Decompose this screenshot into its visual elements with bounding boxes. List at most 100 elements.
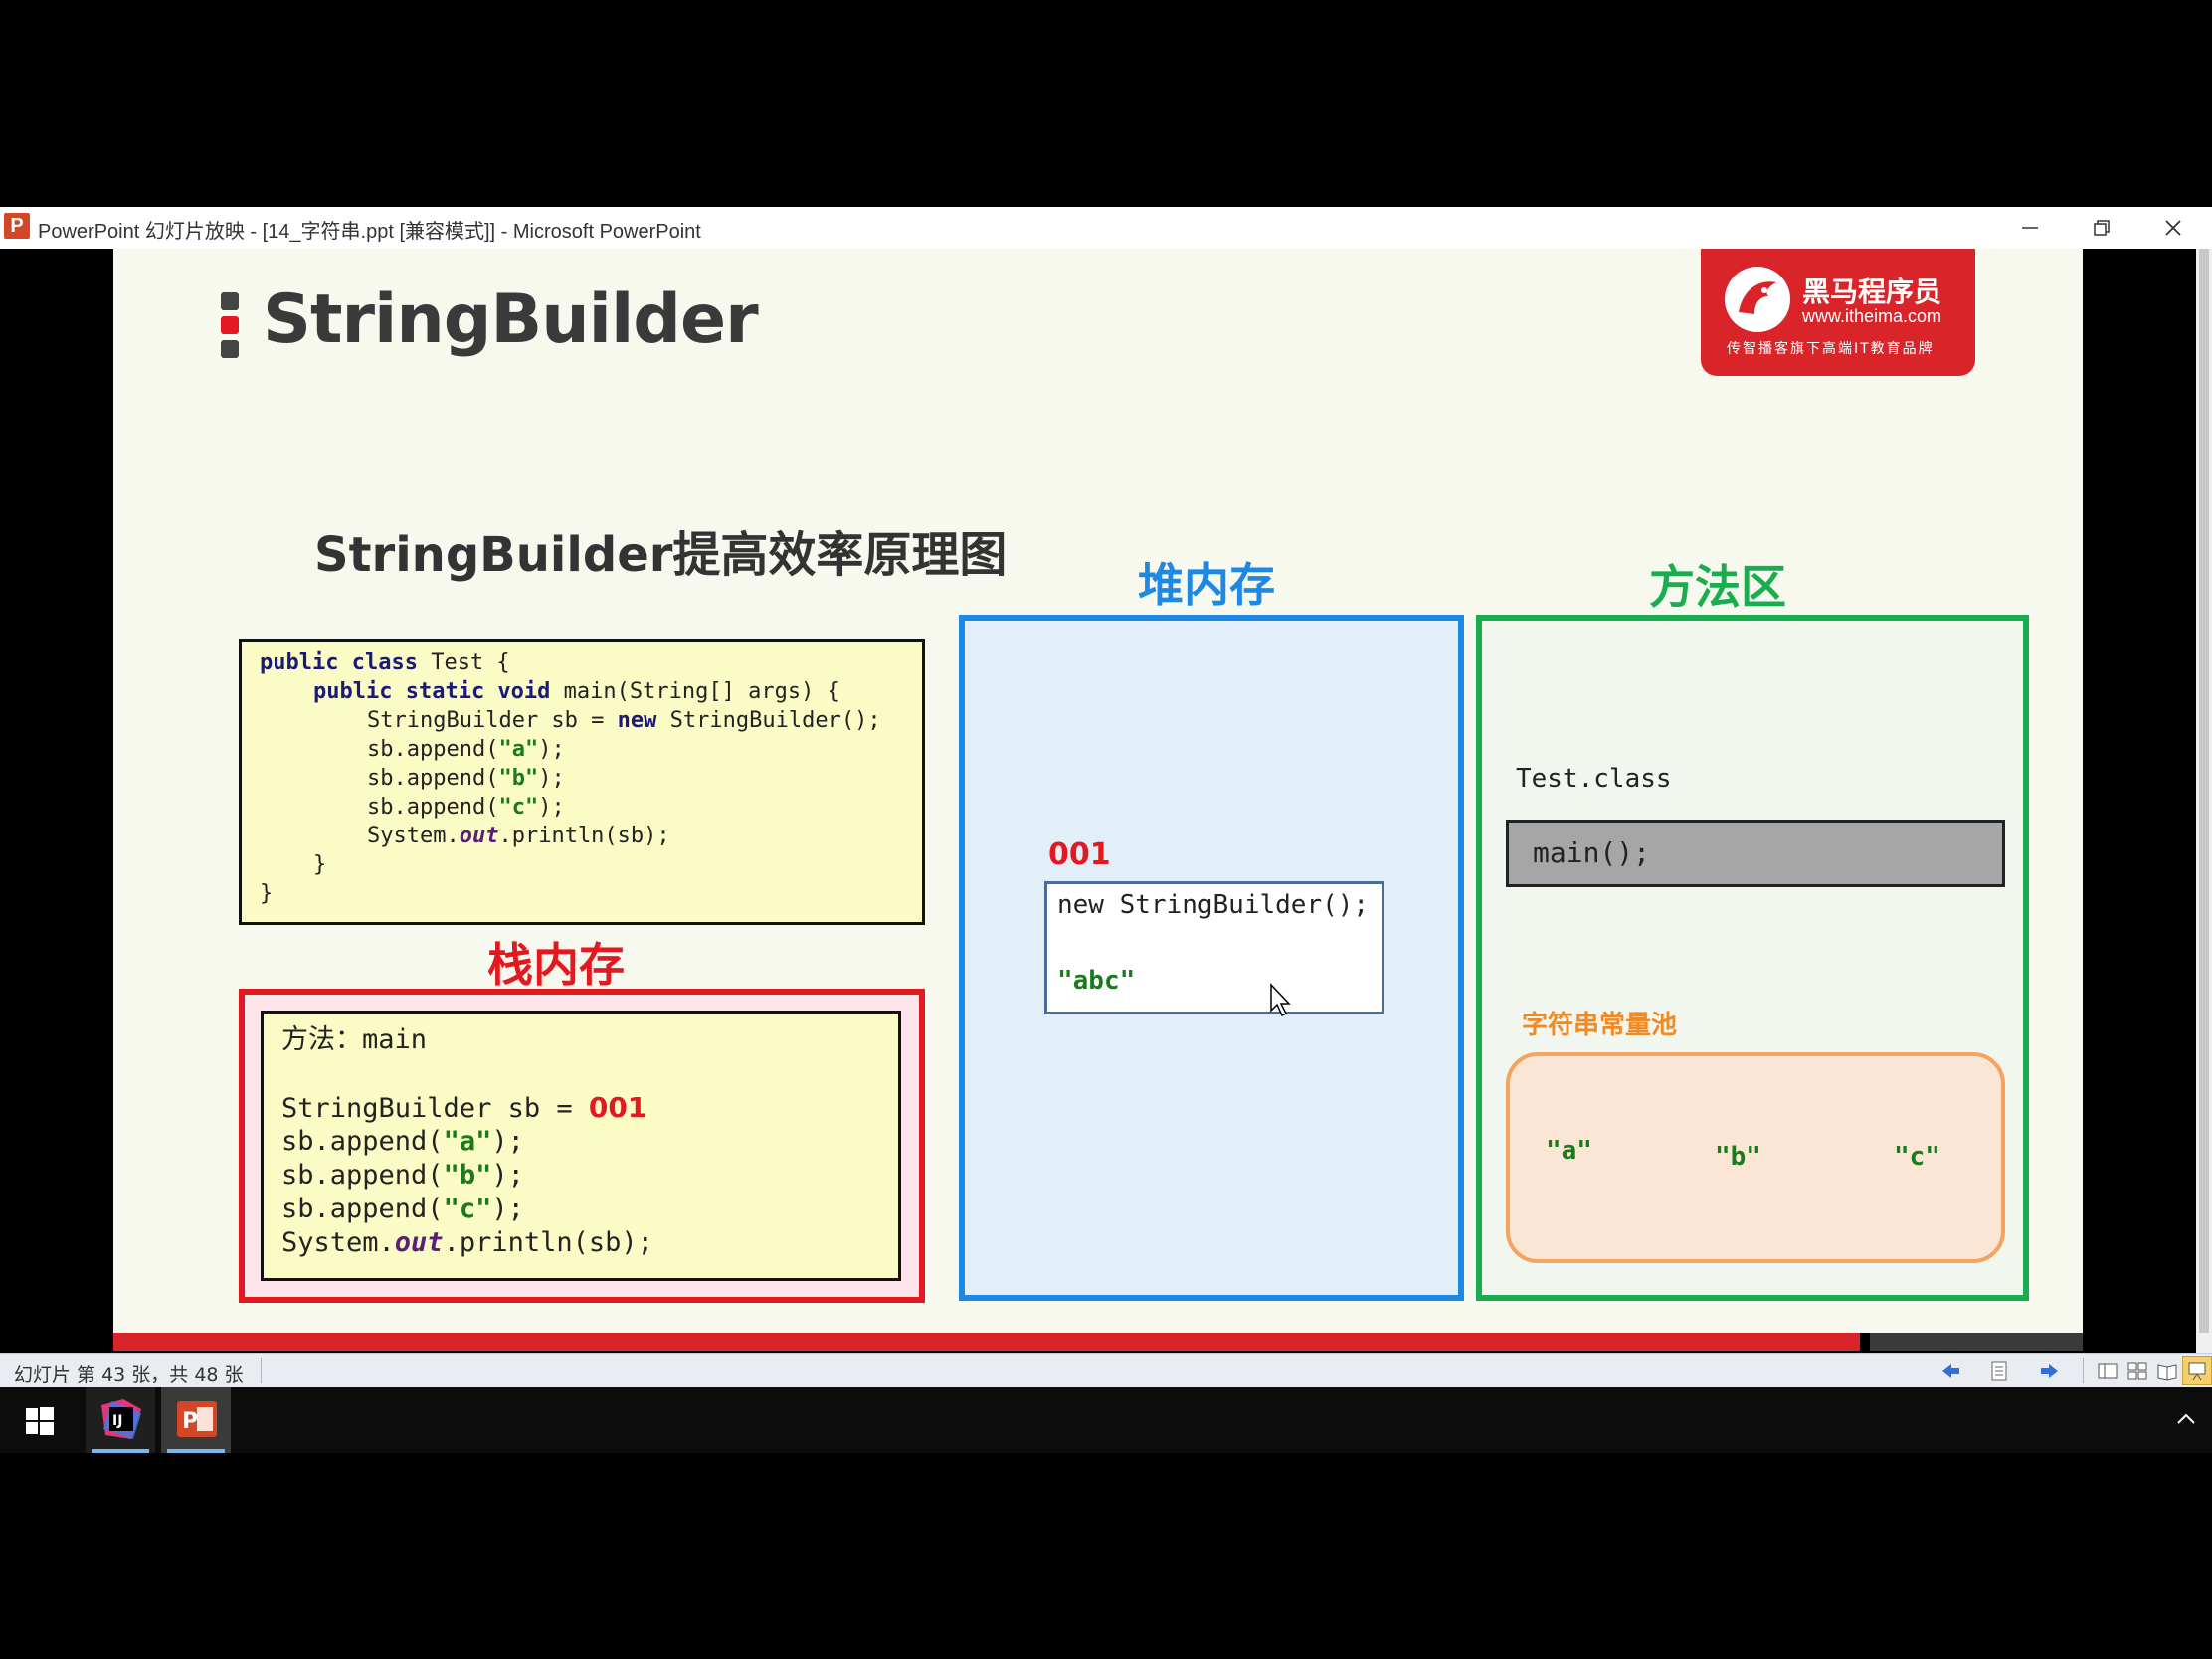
normal-view-icon[interactable] [2097,1360,2119,1382]
scrollbar-thumb[interactable] [2199,249,2209,1333]
heap-object-address: 001 [1048,837,1111,872]
close-button[interactable] [2138,207,2208,249]
mouse-cursor-icon [1270,983,1291,1017]
windows-logo-icon [26,1407,54,1435]
code-line-9: } [260,881,274,906]
code-string: "a" [498,737,539,762]
taskbar-powerpoint[interactable]: P [161,1387,231,1453]
code-line-7: System.out.println(sb); [367,823,670,850]
slide-canvas[interactable]: StringBuilder 黑马程序员 www.itheima.com 传智播客… [113,249,2083,1333]
slide-sorter-view-icon[interactable] [2126,1360,2148,1382]
powerpoint-taskbar-icon: P [177,1401,217,1437]
title-marker-icon [221,292,239,358]
stack-line-append-b: sb.append("b"); [281,1159,524,1193]
previous-slide-icon[interactable] [1939,1360,1961,1382]
code-text: ); [491,1194,524,1224]
class-name-label: Test.class [1516,764,1672,794]
code-text: ); [538,795,565,820]
code-line-3: StringBuilder sb = new StringBuilder(); [367,707,881,735]
code-string: "a" [443,1126,492,1157]
slideshow-margin-right [2083,249,2196,1333]
logo-url: www.itheima.com [1802,306,1942,326]
code-text: StringBuilder sb = [367,708,618,733]
slide-title: StringBuilder [263,280,759,359]
horse-logo-icon [1725,267,1790,332]
code-text: Test { [417,650,510,675]
code-string: "c" [498,795,539,820]
code-text: StringBuilder(); [656,708,881,733]
method-area-label: 方法区 [1649,560,1786,614]
code-text: ); [491,1126,524,1157]
code-string: "c" [443,1194,492,1224]
stack-line-println: System.out.println(sb); [281,1226,653,1260]
code-text: main(String[] args) { [550,679,840,704]
code-text: sb.append( [367,795,499,820]
logo-slogan: 传智播客旗下高端IT教育品牌 [1727,341,1935,357]
code-text: StringBuilder sb = [281,1093,589,1124]
vertical-scrollbar[interactable] [2196,249,2212,1353]
slideshow-view-icon [2188,1362,2206,1381]
reading-view-icon[interactable] [2156,1360,2178,1382]
restore-button[interactable] [2067,207,2136,249]
code-line-6: sb.append("c"); [367,794,565,822]
window-title: PowerPoint 幻灯片放映 - [14_字符串.ppt [兼容模式]] -… [38,221,701,243]
code-keyword: new [617,708,657,733]
stack-memory-label: 栈内存 [487,938,625,992]
slide-footer-dark-bar [1870,1333,2083,1351]
show-hidden-icons-chevron-up-icon[interactable] [2176,1411,2196,1427]
code-text: ); [491,1160,524,1191]
stringbuilder-object: new StringBuilder(); "abc" [1044,881,1384,1014]
code-text: sb.append( [367,766,499,791]
string-constant-pool: "a" "b" "c" [1506,1052,2005,1263]
itheima-logo: 黑马程序员 www.itheima.com 传智播客旗下高端IT教育品牌 [1701,249,1975,376]
logo-brand-name: 黑马程序员 [1802,276,1942,308]
slideshow-margin-left [0,249,113,1333]
code-text: sb.append( [281,1126,444,1157]
heap-memory-box: 001 new StringBuilder(); "abc" [959,615,1464,1301]
code-line-4: sb.append("a"); [367,736,565,764]
code-string: "b" [443,1160,492,1191]
slide-footer-red-bar [113,1333,1860,1351]
start-button[interactable] [4,1387,74,1453]
window-titlebar: P PowerPoint 幻灯片放映 - [14_字符串.ppt [兼容模式]]… [0,207,2212,250]
method-area-box: Test.class main(); 字符串常量池 "a" "b" "c" [1476,615,2029,1301]
code-line-1: public class Test { [260,649,510,677]
code-field: out [459,824,499,848]
taskbar-intellij[interactable]: IJ [86,1387,155,1453]
code-text: sb.append( [367,737,499,762]
pool-item-c: "c" [1894,1142,1940,1172]
svg-text:P: P [182,1409,198,1434]
taskbar-active-indicator [92,1449,149,1453]
slideshow-view-button[interactable] [2182,1356,2212,1385]
statusbar-divider [261,1358,262,1383]
next-slide-icon[interactable] [2039,1360,2061,1382]
main-stack-frame: 方法：main StringBuilder sb = 001 sb.append… [261,1011,901,1281]
pool-item-b: "b" [1715,1142,1761,1172]
code-text: .println(sb); [498,824,670,848]
stack-line-append-c: sb.append("c"); [281,1193,524,1226]
code-string: "b" [498,766,539,791]
code-keyword: public class [260,650,418,675]
footer-left-margin [0,1333,113,1353]
heap-memory-label: 堆内存 [1138,558,1275,612]
code-line-8: } [313,852,327,877]
code-text: ); [538,737,565,762]
main-method-text: main(); [1533,836,1651,869]
powerpoint-icon: P [4,213,30,239]
slide-menu-icon[interactable] [1989,1360,2011,1382]
minimize-button[interactable] [1995,207,2065,249]
minimize-icon [2022,227,2038,229]
statusbar: 幻灯片 第 43 张，共 48 张 [0,1353,2212,1387]
code-line-2: public static void main(String[] args) { [313,678,840,706]
code-text: sb.append( [281,1194,444,1224]
main-method-bar: main(); [1506,820,2005,887]
code-text: System. [367,824,460,848]
code-text: sb.append( [281,1160,444,1191]
statusbar-divider [2083,1358,2084,1383]
stack-method-name: 方法：main [281,1024,428,1055]
pool-item-a: "a" [1546,1136,1592,1166]
stack-sb-declaration: StringBuilder sb = 001 [281,1091,646,1126]
diagram-title: StringBuilder提高效率原理图 [314,527,1008,583]
slide-counter: 幻灯片 第 43 张，共 48 张 [14,1364,244,1385]
heap-object-constructor: new StringBuilder(); [1057,890,1370,920]
